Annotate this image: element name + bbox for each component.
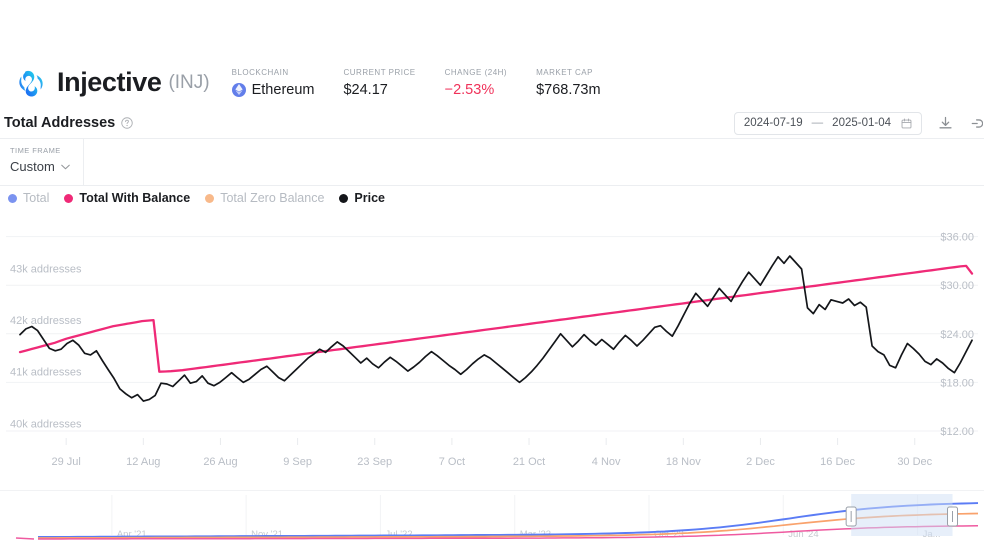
stat-label: MARKET CAP	[536, 67, 593, 77]
stat-text: Ethereum	[251, 81, 315, 98]
legend-item-total[interactable]: Total	[8, 191, 49, 205]
x-axis-label: 12 Aug	[126, 456, 160, 468]
navigator-canvas: Apr '21 Nov '21 Jul '22 Mar '23 Oct '23 Jun '…	[15, 494, 979, 540]
legend-label: Total Zero Balance	[220, 191, 325, 205]
stat-label: CURRENT PRICE	[343, 67, 416, 77]
x-axis-label: 7 Oct	[439, 456, 465, 468]
asset-identity[interactable]: Injective (INJ)	[14, 66, 210, 100]
timeframe-selector[interactable]: TIME FRAME Custom	[0, 139, 84, 186]
navigator-handle-right	[947, 506, 959, 527]
ethereum-icon	[231, 82, 246, 97]
date-to: 2025-01-04	[832, 117, 891, 129]
x-axis-label: 26 Aug	[203, 456, 237, 468]
stat-value: −2.53%	[444, 81, 495, 98]
timeframe-value-wrap: Custom	[10, 159, 83, 174]
date-from: 2024-07-19	[743, 117, 803, 129]
question-circle-icon[interactable]	[121, 117, 133, 129]
y-axis-left-label: 43k addresses	[10, 263, 82, 275]
stat-value: $24.17	[343, 81, 388, 98]
y-axis-right-label: $36.00	[940, 232, 974, 244]
y-axis-left-label: 42k addresses	[10, 315, 82, 327]
x-axis-label: 4 Nov	[592, 456, 621, 468]
asset-stats: BLOCKCHAIN Ethereum CURRENT PRICE $24.17	[231, 67, 630, 98]
timeframe-row: TIME FRAME Custom	[0, 139, 984, 186]
x-axis-label: 16 Dec	[820, 456, 855, 468]
stat-value: $768.73m	[536, 81, 601, 98]
page-root: Injective (INJ) BLOCKCHAIN Ethereum CURR…	[0, 0, 984, 554]
calendar-icon	[901, 118, 912, 128]
timeframe-value: Custom	[10, 159, 55, 174]
range-navigator[interactable]: Apr '21 Nov '21 Jul '22 Mar '23 Oct '23 Jun '…	[0, 490, 984, 554]
injective-logo-icon	[19, 70, 43, 97]
metric-header-row: Total Addresses 2024-07-19 — 2025-01-04	[0, 108, 984, 139]
chart-canvas: 29 Jul 12 Aug 26 Aug 9 Sep 23 Sep 7 Oct 21 Oct…	[6, 232, 978, 468]
y-axis-left-label: 41k addresses	[10, 367, 82, 379]
legend-item-price[interactable]: Price	[339, 191, 385, 205]
y-axis-right-label: $24.00	[940, 329, 974, 341]
x-axis-label: 9 Sep	[283, 456, 312, 468]
download-button[interactable]	[937, 115, 954, 132]
stat-current-price: CURRENT PRICE $24.17	[343, 68, 415, 98]
x-axis-label: 21 Oct	[513, 456, 545, 468]
chevron-down-icon	[61, 164, 70, 169]
timeframe-label: TIME FRAME	[10, 146, 61, 155]
navigator-selection	[851, 494, 953, 536]
asset-ticker: (INJ)	[168, 71, 210, 93]
stat-label: BLOCKCHAIN	[231, 67, 289, 77]
legend-color-dot	[8, 193, 17, 203]
y-axis-right-label: $30.00	[940, 280, 974, 292]
y-axis-right-label: $12.00	[940, 426, 974, 438]
y-axis-right-label: $18.00	[940, 377, 974, 389]
metric-toolbar: 2024-07-19 — 2025-01-04	[733, 111, 984, 135]
main-chart[interactable]: 29 Jul 12 Aug 26 Aug 9 Sep 23 Sep 7 Oct 21 Oct…	[0, 212, 984, 490]
stat-label: CHANGE (24H)	[444, 67, 508, 77]
stat-market-cap: MARKET CAP $768.73m	[536, 68, 601, 98]
stat-value: Ethereum	[231, 81, 315, 98]
x-axis-label: 23 Sep	[357, 456, 392, 468]
legend-color-dot	[339, 193, 349, 203]
page-title: Total Addresses	[4, 115, 116, 131]
y-axis-left-label: 40k addresses	[10, 418, 82, 430]
legend-label: Price	[354, 191, 386, 205]
legend-color-dot	[205, 193, 215, 203]
chart-legend: Total Total With Balance Total Zero Bala…	[8, 189, 385, 207]
legend-item-total-zero-balance[interactable]: Total Zero Balance	[205, 191, 324, 205]
embed-link-button[interactable]	[967, 115, 984, 132]
navigator-handle-left	[845, 506, 857, 527]
x-axis-label: 29 Jul	[51, 456, 80, 468]
legend-label: Total	[23, 191, 50, 205]
x-axis-label: 18 Nov	[666, 456, 701, 468]
series-line-total-with-balance	[18, 264, 974, 373]
legend-item-total-with-balance[interactable]: Total With Balance	[64, 191, 190, 205]
date-range-picker[interactable]: 2024-07-19 — 2025-01-04	[733, 111, 922, 135]
legend-label: Total With Balance	[79, 191, 191, 205]
date-separator: —	[811, 117, 824, 129]
stat-change-24h: CHANGE (24H) −2.53%	[445, 68, 507, 98]
x-axis-label: 2 Dec	[746, 456, 775, 468]
x-axis-label: 30 Dec	[897, 456, 932, 468]
navigator-series-stub	[15, 537, 35, 540]
legend-color-dot	[64, 193, 74, 203]
asset-header-bar: Injective (INJ) BLOCKCHAIN Ethereum CURR…	[0, 55, 984, 110]
stat-blockchain: BLOCKCHAIN Ethereum	[231, 67, 315, 98]
asset-name: Injective	[57, 67, 162, 97]
